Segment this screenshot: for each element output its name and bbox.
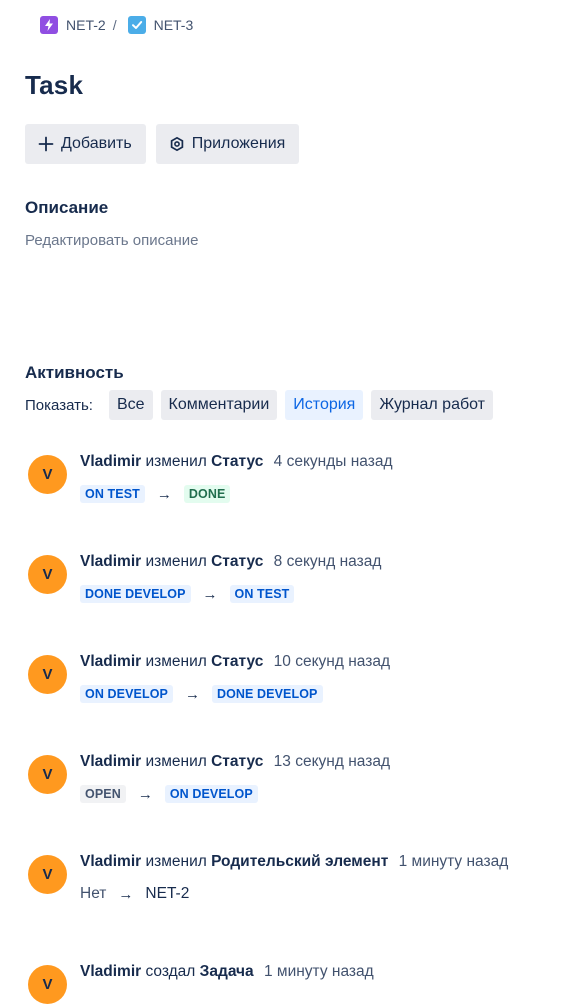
breadcrumb-separator: /: [112, 17, 117, 33]
description-edit-field[interactable]: Редактировать описание: [25, 232, 198, 249]
status-lozenge-from: ON DEVELOP: [80, 685, 173, 703]
add-button[interactable]: Добавить: [25, 124, 146, 164]
issue-toolbar: Добавить Приложения: [25, 124, 300, 164]
history-item-summary: Vladimir изменил Статус 13 секунд назад: [80, 753, 390, 771]
history-user[interactable]: Vladimir: [80, 453, 141, 470]
arrow-right-icon: →: [156, 485, 172, 503]
arrow-right-icon: →: [137, 785, 153, 803]
history-time: 10 секунд назад: [273, 653, 390, 670]
history-field: Задача: [199, 963, 254, 980]
history-value-to[interactable]: NET-2: [145, 885, 189, 903]
history-item-summary: Vladimir изменил Статус 10 секунд назад: [80, 653, 390, 671]
breadcrumb-item-parent[interactable]: NET-2: [40, 16, 106, 34]
status-lozenge-from: DONE DEVELOP: [80, 585, 191, 603]
avatar[interactable]: V: [28, 855, 67, 894]
history-action: изменил: [145, 753, 207, 770]
history-action: создал: [145, 963, 196, 980]
arrow-right-icon: →: [184, 685, 200, 703]
history-user[interactable]: Vladimir: [80, 853, 141, 870]
apps-button[interactable]: Приложения: [155, 124, 300, 164]
history-change: ON DEVELOP → DONE DEVELOP: [80, 685, 323, 703]
epic-lightning-icon: [40, 16, 58, 34]
avatar[interactable]: V: [28, 755, 67, 794]
history-item-summary: Vladimir изменил Родительский элемент 1 …: [80, 853, 508, 871]
activity-show-label: Показать:: [25, 396, 93, 414]
description-heading: Описание: [25, 198, 109, 217]
history-field: Статус: [211, 653, 264, 670]
task-checkbox-icon: [127, 16, 146, 34]
history-time: 13 секунд назад: [273, 753, 390, 770]
history-field: Родительский элемент: [211, 853, 389, 870]
breadcrumb-link-current[interactable]: NET-3: [154, 17, 194, 33]
status-lozenge-to: ON DEVELOP: [164, 785, 258, 803]
history-action: изменил: [145, 853, 207, 870]
status-lozenge-to: ON TEST: [229, 585, 295, 603]
avatar[interactable]: V: [28, 555, 67, 594]
history-user[interactable]: Vladimir: [80, 653, 141, 670]
arrow-right-icon: →: [202, 585, 218, 603]
issue-title[interactable]: Task: [25, 70, 83, 101]
apps-button-label: Приложения: [191, 135, 286, 152]
breadcrumb: NET-2 / NET-3: [40, 14, 193, 36]
breadcrumb-link-parent[interactable]: NET-2: [66, 17, 106, 33]
avatar[interactable]: V: [28, 655, 67, 694]
breadcrumb-item-current[interactable]: NET-3: [127, 16, 194, 34]
status-lozenge-from: OPEN: [80, 785, 126, 803]
filter-all-button[interactable]: Все: [108, 390, 153, 420]
filter-worklog-button[interactable]: Журнал работ: [371, 390, 494, 420]
history-user[interactable]: Vladimir: [80, 963, 141, 980]
status-lozenge-to: DONE DEVELOP: [211, 685, 323, 703]
history-field: Статус: [211, 453, 264, 470]
activity-filter: Показать: Все Комментарии История Журнал…: [25, 390, 494, 420]
history-change: OPEN → ON DEVELOP: [80, 785, 258, 803]
history-time: 4 секунды назад: [273, 453, 393, 470]
plus-icon: [37, 135, 55, 153]
arrow-right-icon: →: [118, 885, 134, 903]
apps-icon: [168, 135, 186, 153]
history-item-summary: Vladimir изменил Статус 8 секунд назад: [80, 553, 381, 571]
history-change: DONE DEVELOP → ON TEST: [80, 585, 295, 603]
status-lozenge-to: DONE: [183, 485, 231, 503]
history-user[interactable]: Vladimir: [80, 753, 141, 770]
history-time: 8 секунд назад: [273, 553, 382, 570]
history-change: ON TEST → DONE: [80, 485, 231, 503]
history-time: 1 минуту назад: [264, 963, 374, 980]
history-change: Нет → NET-2: [80, 885, 189, 903]
avatar[interactable]: V: [28, 455, 67, 494]
history-user[interactable]: Vladimir: [80, 553, 141, 570]
filter-history-button[interactable]: История: [285, 390, 364, 420]
add-button-label: Добавить: [61, 135, 132, 152]
history-action: изменил: [145, 653, 207, 670]
history-time: 1 минуту назад: [398, 853, 509, 870]
history-field: Статус: [211, 553, 264, 570]
avatar[interactable]: V: [28, 965, 67, 1004]
status-lozenge-from: ON TEST: [80, 485, 145, 503]
history-item-summary: Vladimir создал Задача 1 минуту назад: [80, 963, 374, 981]
history-item-summary: Vladimir изменил Статус 4 секунды назад: [80, 453, 393, 471]
history-action: изменил: [145, 553, 207, 570]
history-action: изменил: [145, 453, 207, 470]
activity-heading: Активность: [25, 363, 124, 382]
history-value-from: Нет: [80, 885, 107, 902]
history-field: Статус: [211, 753, 264, 770]
filter-comments-button[interactable]: Комментарии: [160, 390, 278, 420]
